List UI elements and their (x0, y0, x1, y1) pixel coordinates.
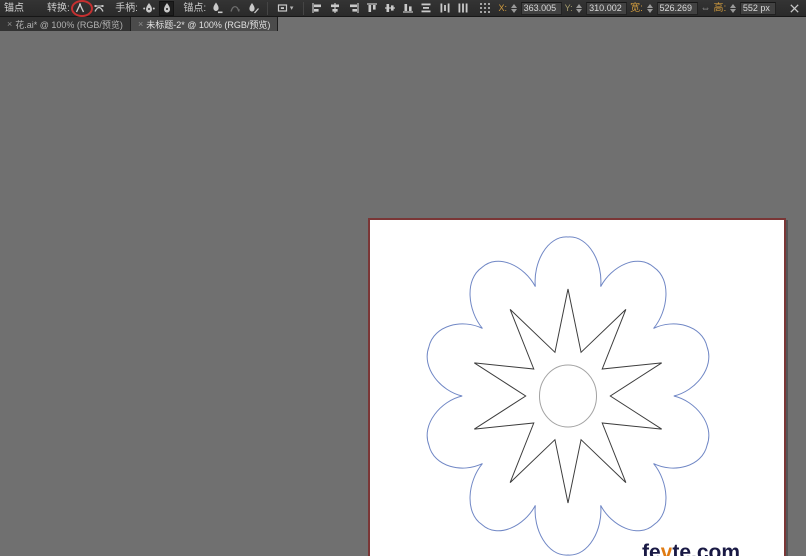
document-tab-bar: × 花.ai* @ 100% (RGB/预览) × 未标题-2* @ 100% … (0, 17, 279, 31)
x-input[interactable] (520, 1, 562, 15)
align-bottom-icon (403, 4, 414, 13)
cut-path-icon (249, 3, 260, 14)
document-tab-untitled2[interactable]: × 未标题-2* @ 100% (RGB/预览) (130, 17, 279, 31)
remove-anchor-icon (213, 2, 223, 14)
convert-smooth-icon (93, 5, 104, 12)
hide-handles-button[interactable] (159, 0, 175, 16)
distribute-top-icon (421, 3, 431, 13)
control-bar-title: 锚点 (4, 2, 24, 14)
tab-close-icon[interactable]: × (138, 19, 143, 29)
star-path[interactable] (474, 289, 661, 503)
dropdown-caret: ▾ (289, 5, 294, 12)
cut-path-button[interactable] (246, 1, 261, 16)
isolate-object-button[interactable]: ▾ (274, 1, 297, 16)
artwork-svg (370, 220, 784, 556)
tab-label: 未标题-2* @ 100% (RGB/预览) (146, 19, 271, 30)
show-handles-icon (142, 3, 155, 13)
distribute-bottom-icon (458, 3, 468, 13)
align-left-button[interactable] (310, 1, 325, 16)
reference-point-button[interactable] (477, 1, 492, 16)
align-left-icon (312, 3, 322, 13)
flower-path[interactable] (427, 237, 709, 555)
reference-point-grid-icon (479, 3, 490, 13)
document-tab-flower[interactable]: × 花.ai* @ 100% (RGB/预览) (0, 17, 131, 31)
x-label: X: (498, 2, 508, 13)
tab-close-icon[interactable]: × (7, 19, 12, 29)
align-bottom-button[interactable] (401, 1, 416, 16)
y-input[interactable] (586, 1, 628, 15)
tab-label: 花.ai* @ 100% (RGB/预览) (15, 19, 123, 30)
width-input[interactable] (656, 1, 698, 15)
x-stepper[interactable] (510, 2, 518, 15)
y-label: Y: (564, 2, 573, 13)
watermark-part2: te.com (672, 541, 741, 556)
constrain-proportions-icon[interactable]: ⇔ (701, 0, 711, 17)
align-h-center-button[interactable] (328, 1, 343, 16)
distribute-v-center-icon (440, 3, 450, 13)
anchors-label: 锚点: (183, 2, 207, 14)
align-right-icon (349, 3, 359, 13)
align-v-center-button[interactable] (382, 1, 397, 16)
watermark-accent: v (660, 541, 673, 556)
width-label: 宽: (630, 2, 643, 14)
width-stepper[interactable] (646, 2, 654, 15)
distribute-top-button[interactable] (419, 1, 434, 16)
convert-label: 转换: (47, 2, 70, 14)
align-top-icon (366, 3, 377, 12)
convert-corner-icon (76, 2, 85, 13)
connect-endpoints-icon (230, 5, 240, 12)
hide-handles-icon (163, 3, 170, 13)
align-h-center-icon (331, 3, 340, 13)
transform-button[interactable] (787, 1, 802, 16)
watermark-part1: fe (642, 541, 661, 556)
connect-endpoints-button[interactable] (227, 1, 242, 16)
handles-label: 手柄: (115, 2, 138, 14)
convert-to-corner-button[interactable] (73, 1, 88, 16)
align-top-button[interactable] (364, 1, 379, 16)
separator (266, 1, 268, 15)
height-input[interactable] (739, 1, 776, 15)
isolate-object-icon (277, 4, 287, 12)
canvas-area[interactable] (0, 17, 806, 556)
remove-anchor-button[interactable] (209, 1, 224, 16)
height-label: 高: (713, 2, 727, 14)
align-v-center-icon (384, 4, 395, 12)
show-handles-button[interactable] (141, 1, 156, 16)
app-window: 锚点 转换: 手柄: 锚点: ▾ X: 363.005 p Y: 310.002… (0, 0, 806, 556)
center-circle[interactable] (539, 365, 596, 427)
transform-x-icon (790, 3, 799, 13)
separator (302, 1, 304, 15)
distribute-v-center-button[interactable] (437, 1, 452, 16)
artboard[interactable] (368, 218, 786, 556)
watermark: fevte.com (642, 541, 740, 556)
y-stepper[interactable] (576, 2, 584, 15)
convert-to-smooth-button[interactable] (91, 1, 106, 16)
distribute-bottom-button[interactable] (455, 1, 470, 16)
control-bar: 锚点 转换: 手柄: 锚点: ▾ X: 363.005 p Y: 310.002… (0, 0, 806, 17)
height-stepper[interactable] (729, 2, 737, 15)
align-right-button[interactable] (346, 1, 361, 16)
